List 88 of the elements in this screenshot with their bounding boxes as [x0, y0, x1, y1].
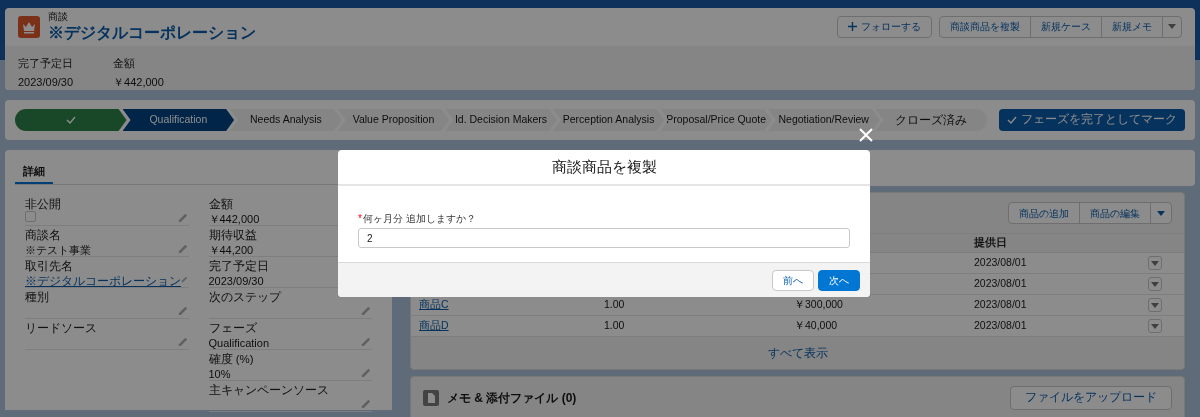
caret-icon [1151, 260, 1159, 266]
caret-icon [1151, 302, 1159, 308]
field-value: ￥442,000 [208, 212, 260, 227]
field-label: 主キャンペーンソース [208, 384, 329, 397]
field-label: 金額 [208, 198, 233, 211]
path-stage[interactable]: Qualification [122, 109, 235, 131]
edit-icon[interactable] [177, 242, 189, 253]
check-icon [1007, 116, 1017, 124]
table-cell: 1.00 [604, 297, 625, 313]
table-cell: 2023/08/01 [974, 318, 1027, 334]
highlight-label: 完了予定日 [18, 55, 73, 71]
back-button[interactable]: 前へ [772, 269, 814, 291]
edit-icon[interactable] [177, 335, 189, 346]
highlight-value: 2023/09/30 [18, 74, 74, 90]
row-menu-button[interactable] [1148, 319, 1162, 333]
mark-complete-button[interactable]: フェーズを完了としてマーク [999, 109, 1185, 131]
check-icon [65, 116, 76, 124]
table-cell: 1.00 [604, 318, 625, 334]
path-stage[interactable]: Id. Decision Makers [445, 109, 557, 131]
field-label: 非公開 [25, 198, 61, 211]
path-stage[interactable]: クローズ済み [875, 109, 988, 131]
input-field[interactable]: 2 [358, 228, 850, 248]
path-stage[interactable]: Proposal/Price Quote [660, 109, 772, 131]
more-actions-button[interactable] [1162, 15, 1182, 38]
action-button[interactable]: 商談商品を複製 [939, 15, 1031, 38]
table-cell: 2023/08/01 [974, 297, 1027, 313]
field-value: 2023/09/30 [208, 274, 264, 289]
path-stage[interactable]: Value Proposition [337, 109, 450, 131]
path-stage[interactable]: Needs Analysis [230, 109, 342, 131]
required-asterisk: * [358, 212, 362, 226]
product-link[interactable]: 商品D [419, 318, 449, 334]
path-stage[interactable] [15, 109, 127, 131]
crown-icon [18, 15, 40, 38]
field-label: 確度 (%) [208, 353, 254, 366]
caret-icon [1151, 281, 1159, 287]
field-value: 10% [208, 367, 231, 382]
path-stage[interactable]: Perception Analysis [552, 109, 665, 131]
notes-title: メモ & 添付ファイル (0) [447, 390, 577, 407]
action-button[interactable]: 新規メモ [1101, 15, 1163, 38]
field-label: 種別 [25, 291, 49, 304]
row-menu-button[interactable] [1148, 277, 1162, 291]
modal-title: 商談商品を複製 [551, 156, 657, 177]
row-menu-button[interactable] [1148, 298, 1162, 312]
field-value: ※テスト事業 [25, 243, 91, 258]
edit-icon[interactable] [361, 335, 372, 346]
field-value: Qualification [208, 336, 270, 351]
edit-icon[interactable] [177, 304, 189, 315]
record-title: ※デジタルコーポレーション [48, 23, 256, 44]
more-actions-button[interactable] [1150, 202, 1172, 224]
field-label: リードソース [25, 322, 97, 335]
edit-icon[interactable] [361, 366, 372, 377]
field-label: 次のステップ [208, 291, 281, 304]
document-icon [423, 390, 439, 406]
column-header: 提供日 [974, 235, 1007, 251]
object-type-label: 商談 [48, 10, 69, 24]
field-label: 完了予定日 [208, 260, 269, 273]
field-label: 何ヶ月分 追加しますか？ [362, 212, 476, 226]
highlight-label: 金額 [113, 55, 136, 71]
field-label: 期待収益 [208, 229, 257, 242]
product-link[interactable]: 商品C [419, 297, 449, 313]
follow-button[interactable]: フォローする [837, 15, 932, 38]
edit-icon[interactable] [361, 304, 372, 315]
account-link[interactable]: ※デジタルコーポレーション [25, 273, 181, 291]
table-cell: ￥300,000 [794, 297, 843, 313]
field-value: ￥44,200 [208, 243, 254, 258]
edit-icon[interactable] [177, 211, 189, 222]
plus-icon [848, 22, 857, 32]
row-menu-button[interactable] [1148, 256, 1162, 270]
upload-button[interactable]: ファイルをアップロード [1010, 386, 1172, 410]
path-stage[interactable]: Negotiation/Review [767, 109, 880, 131]
field-label: 取引先名 [25, 260, 73, 273]
product-action-button[interactable]: 商品の追加 [1008, 202, 1080, 224]
action-button[interactable]: 新規ケース [1030, 15, 1102, 38]
product-action-button[interactable]: 商品の編集 [1079, 202, 1151, 224]
field-label: 商談名 [25, 229, 61, 242]
caret-icon [1168, 24, 1176, 30]
highlight-value: ￥442,000 [113, 74, 164, 90]
table-cell: 2023/08/01 [974, 255, 1027, 271]
caret-icon [1151, 323, 1159, 329]
view-all-link[interactable]: すべて表示 [767, 344, 828, 362]
table-cell: 2023/08/01 [974, 276, 1027, 292]
table-cell: ￥40,000 [794, 318, 838, 334]
close-icon[interactable] [859, 128, 873, 142]
caret-icon [1157, 210, 1165, 216]
edit-icon[interactable] [361, 397, 372, 408]
details-tab[interactable]: 詳細 [15, 160, 53, 184]
next-button[interactable]: 次へ [818, 269, 860, 291]
field-label: フェーズ [208, 322, 257, 335]
